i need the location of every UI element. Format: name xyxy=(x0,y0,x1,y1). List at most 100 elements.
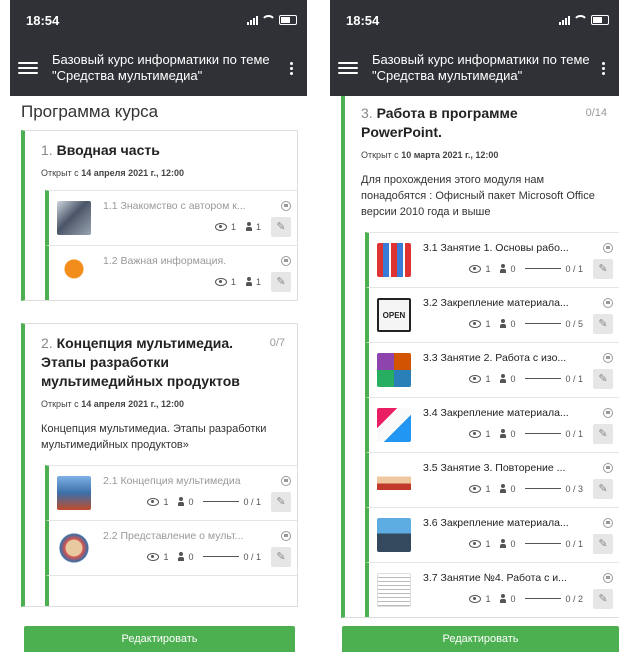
lesson-row[interactable]: 1.1 Знакомство с автором к... 1 1 ✎ xyxy=(45,190,297,245)
views-count: 1 xyxy=(230,276,236,287)
lesson-row[interactable]: 2.1 Концепция мультимедиа 1 0 0 / 1 ✎ xyxy=(45,465,297,520)
menu-icon[interactable] xyxy=(338,62,358,74)
lesson-progress: 0 / 1 xyxy=(565,428,583,439)
section-card[interactable]: 2. Концепция мультимедиа. Этапы разработ… xyxy=(21,323,298,607)
lesson-stats: 1 0 0 / 1 ✎ xyxy=(423,533,613,554)
person-icon xyxy=(500,594,507,603)
users-count: 1 xyxy=(255,221,261,232)
eye-icon xyxy=(469,484,482,493)
status-bar: 18:54 xyxy=(10,0,307,40)
person-icon xyxy=(500,429,507,438)
lesson-progress: 0 / 1 xyxy=(565,263,583,274)
pencil-icon[interactable]: ✎ xyxy=(271,216,291,237)
lesson-thumbnail xyxy=(377,518,411,552)
lock-icon xyxy=(603,407,613,418)
person-icon xyxy=(178,497,185,506)
pencil-icon[interactable]: ✎ xyxy=(271,491,291,512)
pencil-icon[interactable]: ✎ xyxy=(593,368,613,389)
lock-icon xyxy=(603,517,613,528)
section-open-date: Открыт с 14 апреля 2021 г., 12:00 xyxy=(41,399,185,409)
section-header: 3. Работа в программе PowerPoint. 0/14 О… xyxy=(345,96,619,226)
pencil-icon[interactable]: ✎ xyxy=(271,546,291,567)
lesson-stats: 1 0 0 / 5 ✎ xyxy=(423,313,613,334)
edit-button[interactable]: Редактировать xyxy=(342,626,619,652)
eye-icon xyxy=(147,552,160,561)
lock-icon xyxy=(281,255,291,266)
eye-icon xyxy=(147,497,160,506)
pencil-icon[interactable]: ✎ xyxy=(593,533,613,554)
more-vert-icon[interactable] xyxy=(286,61,297,75)
eye-icon xyxy=(469,594,482,603)
progress-line xyxy=(525,323,562,324)
section-title: 3. Работа в программе PowerPoint. xyxy=(361,105,518,140)
pencil-icon[interactable]: ✎ xyxy=(271,271,291,292)
lesson-stats: 1 1 ✎ xyxy=(103,216,291,237)
lesson-list: 2.1 Концепция мультимедиа 1 0 0 / 1 ✎ 2.… xyxy=(45,465,297,606)
lesson-stats: 1 0 0 / 2 ✎ xyxy=(423,588,613,609)
progress-line xyxy=(525,268,562,269)
lesson-progress: 0 / 1 xyxy=(565,538,583,549)
section-open-date: Открыт с 10 марта 2021 г., 12:00 xyxy=(361,150,499,160)
progress-line xyxy=(525,598,562,599)
lesson-row[interactable]: OPEN 3.2 Закрепление материала... 1 0 0 … xyxy=(365,287,619,342)
lesson-thumbnail xyxy=(377,573,411,607)
lock-icon xyxy=(281,200,291,211)
lesson-progress: 0 / 3 xyxy=(565,483,583,494)
open-sign-text: OPEN xyxy=(382,310,406,320)
edit-button[interactable]: Редактировать xyxy=(24,626,295,652)
eye-icon xyxy=(214,222,227,231)
app-bar: Базовый курс информатики по теме "Средст… xyxy=(10,40,307,96)
lesson-progress: 0 / 5 xyxy=(565,318,583,329)
pencil-icon[interactable]: ✎ xyxy=(593,423,613,444)
lesson-thumbnail xyxy=(57,476,91,510)
lesson-row[interactable]: 3.7 Занятие №4. Работа с и... 1 0 0 / 2 … xyxy=(365,562,619,617)
section-card[interactable]: 3. Работа в программе PowerPoint. 0/14 О… xyxy=(341,96,619,618)
lock-icon xyxy=(603,572,613,583)
lesson-row[interactable]: 1.2 Важная информация. 1 1 ✎ xyxy=(45,245,297,300)
lesson-row[interactable]: 3.1 Занятие 1. Основы рабо... 1 0 0 / 1 … xyxy=(365,232,619,287)
lock-icon xyxy=(603,297,613,308)
lesson-stats: 1 0 0 / 1 ✎ xyxy=(423,258,613,279)
lesson-title: 2.1 Концепция мультимедиа xyxy=(103,474,241,487)
section-header: 1. Вводная часть Открыт с 14 апреля 2021… xyxy=(25,131,297,184)
lesson-thumbnail xyxy=(57,256,91,290)
lesson-title: 1.1 Знакомство с автором к... xyxy=(103,199,246,212)
pencil-icon[interactable]: ✎ xyxy=(593,588,613,609)
lesson-progress: 0 / 1 xyxy=(243,496,261,507)
lesson-row[interactable]: 3.5 Занятие 3. Повторение ... 1 0 0 / 3 … xyxy=(365,452,619,507)
signal-icon xyxy=(247,15,258,25)
users-count: 0 xyxy=(510,538,516,549)
users-count: 0 xyxy=(510,593,516,604)
lesson-row[interactable]: 3.4 Закрепление материала... 1 0 0 / 1 ✎ xyxy=(365,397,619,452)
views-count: 1 xyxy=(485,373,491,384)
section-open-date: Открыт с 14 апреля 2021 г., 12:00 xyxy=(41,168,185,178)
lesson-stats: 1 0 0 / 1 ✎ xyxy=(423,368,613,389)
lesson-title: 3.3 Занятие 2. Работа с изо... xyxy=(423,351,567,364)
lesson-row[interactable] xyxy=(45,575,297,606)
lesson-row[interactable]: 3.6 Закрепление материала... 1 0 0 / 1 ✎ xyxy=(365,507,619,562)
pencil-icon[interactable]: ✎ xyxy=(593,258,613,279)
lesson-stats: 1 0 0 / 1 ✎ xyxy=(423,423,613,444)
person-icon xyxy=(500,539,507,548)
lesson-title: 3.2 Закрепление материала... xyxy=(423,296,569,309)
wifi-icon xyxy=(573,15,588,25)
menu-icon[interactable] xyxy=(18,62,38,74)
more-vert-icon[interactable] xyxy=(598,61,609,75)
course-content: 3. Работа в программе PowerPoint. 0/14 О… xyxy=(330,96,619,618)
status-icons xyxy=(247,15,297,25)
lesson-title: 2.2 Представление о мульт... xyxy=(103,529,244,542)
eye-icon xyxy=(469,429,482,438)
pencil-icon[interactable]: ✎ xyxy=(593,313,613,334)
lesson-thumbnail xyxy=(377,353,411,387)
pencil-icon[interactable]: ✎ xyxy=(593,478,613,499)
lesson-row[interactable]: 3.3 Занятие 2. Работа с изо... 1 0 0 / 1… xyxy=(365,342,619,397)
lesson-row[interactable]: 2.2 Представление о мульт... 1 0 0 / 1 ✎ xyxy=(45,520,297,575)
lesson-title: 3.6 Закрепление материала... xyxy=(423,516,569,529)
section-card[interactable]: 1. Вводная часть Открыт с 14 апреля 2021… xyxy=(21,130,298,301)
person-icon xyxy=(245,277,252,286)
person-icon xyxy=(178,552,185,561)
lesson-progress: 0 / 1 xyxy=(565,373,583,384)
lesson-thumbnail xyxy=(377,463,411,497)
phone-screen-left: 18:54 Базовый курс информатики по теме "… xyxy=(10,0,307,652)
lesson-list: 3.1 Занятие 1. Основы рабо... 1 0 0 / 1 … xyxy=(365,232,619,617)
